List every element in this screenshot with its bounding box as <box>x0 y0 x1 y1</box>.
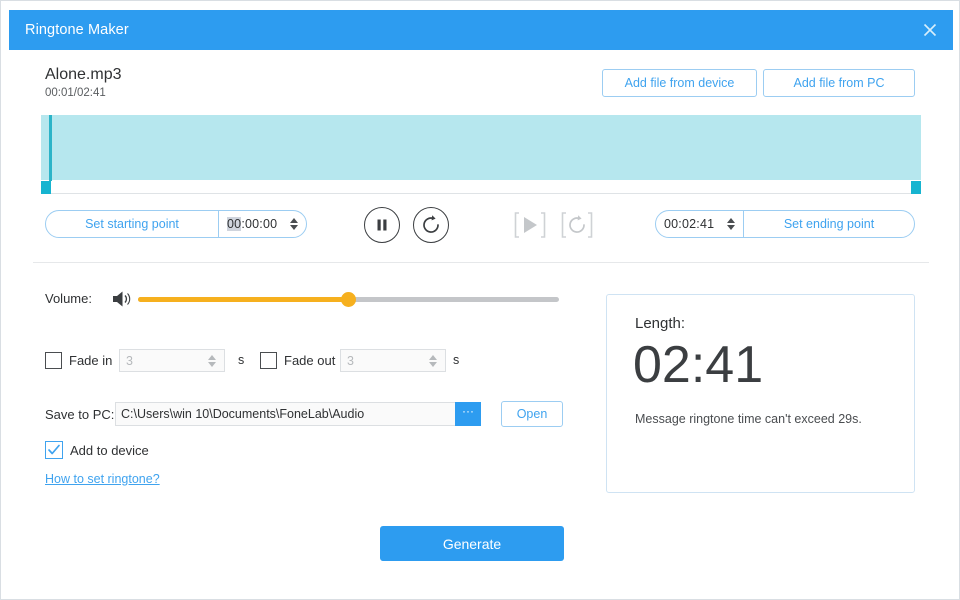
playhead-marker[interactable] <box>49 115 52 181</box>
replay-icon <box>423 215 439 233</box>
browse-folder-button[interactable]: ··· <box>455 402 481 426</box>
length-note: Message ringtone time can't exceed 29s. <box>635 412 862 426</box>
transport-controls: Set starting point 00:00:00 00:02:41 Set… <box>1 207 959 247</box>
start-time-stepper[interactable] <box>290 218 298 230</box>
play-icon <box>514 212 546 238</box>
replay-button[interactable] <box>413 207 449 243</box>
waveform-area[interactable] <box>41 115 921 197</box>
generate-button[interactable]: Generate <box>380 526 564 561</box>
start-point-control: Set starting point 00:00:00 <box>45 210 307 238</box>
volume-slider[interactable] <box>138 292 559 307</box>
file-time: 00:01/02:41 <box>45 87 106 99</box>
set-starting-point-button[interactable]: Set starting point <box>46 211 218 237</box>
fade-out-seconds-field[interactable]: 3 <box>340 349 446 372</box>
chevron-down-icon[interactable] <box>727 225 735 230</box>
chevron-up-icon[interactable] <box>429 354 437 360</box>
repeat-button-disabled <box>559 207 595 243</box>
fade-in-stepper[interactable] <box>208 354 216 367</box>
how-to-set-ringtone-link[interactable]: How to set ringtone? <box>45 472 160 486</box>
pause-button[interactable] <box>364 207 400 243</box>
window-title: Ringtone Maker <box>25 22 129 38</box>
fade-in-label: Fade in <box>69 353 113 368</box>
volume-slider-thumb[interactable] <box>341 292 356 307</box>
add-to-device-checkbox[interactable] <box>45 441 63 459</box>
add-to-device-label: Add to device <box>70 443 149 458</box>
waveform-baseline <box>41 193 921 194</box>
chevron-up-icon[interactable] <box>727 218 735 223</box>
save-path-input[interactable]: C:\Users\win 10\Documents\FoneLab\Audio <box>115 402 481 426</box>
open-folder-button[interactable]: Open <box>501 401 563 427</box>
fade-out-checkbox[interactable] <box>260 352 277 369</box>
pause-icon <box>377 219 387 231</box>
file-header: Alone.mp3 00:01/02:41 Add file from devi… <box>1 50 959 112</box>
fade-in-unit: s <box>238 353 245 367</box>
add-file-from-pc-button[interactable]: Add file from PC <box>763 69 915 97</box>
selection-handle-left[interactable] <box>41 181 51 194</box>
close-icon <box>923 23 937 37</box>
save-path-value: C:\Users\win 10\Documents\FoneLab\Audio <box>121 407 365 421</box>
end-time-field[interactable]: 00:02:41 <box>656 211 744 237</box>
file-name: Alone.mp3 <box>45 66 122 83</box>
end-time-value[interactable]: 00:02:41 <box>664 217 714 231</box>
chevron-down-icon[interactable] <box>429 361 437 367</box>
volume-row: Volume: <box>1 287 601 313</box>
play-button-disabled <box>512 207 548 243</box>
chevron-up-icon[interactable] <box>290 218 298 223</box>
add-file-from-device-button[interactable]: Add file from device <box>602 69 757 97</box>
length-title: Length: <box>635 315 686 332</box>
repeat-icon <box>561 212 593 238</box>
length-value: 02:41 <box>633 336 764 394</box>
chevron-down-icon[interactable] <box>208 361 216 367</box>
chevron-down-icon[interactable] <box>290 225 298 230</box>
end-point-control: 00:02:41 Set ending point <box>655 210 915 238</box>
selection-handle-right[interactable] <box>911 181 921 194</box>
volume-label: Volume: <box>45 291 92 306</box>
set-ending-point-button[interactable]: Set ending point <box>744 211 914 237</box>
section-divider <box>33 262 929 263</box>
title-bar: Ringtone Maker <box>9 10 953 50</box>
length-panel: Length: 02:41 Message ringtone time can'… <box>606 294 915 493</box>
start-time-value[interactable]: 00:00:00 <box>227 217 277 231</box>
check-icon <box>48 444 60 455</box>
start-time-remainder[interactable]: :00:00 <box>241 217 277 231</box>
fade-in-seconds-value: 3 <box>126 353 133 368</box>
fade-out-label: Fade out <box>284 353 336 368</box>
fade-out-stepper[interactable] <box>429 354 437 367</box>
close-button[interactable] <box>907 10 953 50</box>
start-time-selected-segment[interactable]: 00 <box>227 217 242 231</box>
save-to-pc-label: Save to PC: <box>45 407 115 422</box>
waveform-selection-region[interactable] <box>41 115 921 180</box>
fade-out-seconds-value: 3 <box>347 353 354 368</box>
fade-in-seconds-field[interactable]: 3 <box>119 349 225 372</box>
end-time-stepper[interactable] <box>727 218 735 230</box>
fade-in-checkbox[interactable] <box>45 352 62 369</box>
speaker-icon <box>113 291 131 307</box>
chevron-up-icon[interactable] <box>208 354 216 360</box>
fade-out-unit: s <box>453 353 460 367</box>
start-time-field[interactable]: 00:00:00 <box>218 211 306 237</box>
save-row: Save to PC: C:\Users\win 10\Documents\Fo… <box>1 401 601 428</box>
volume-slider-fill <box>138 297 349 302</box>
fade-row: Fade in 3 s Fade out 3 s <box>1 349 601 375</box>
speaker-icon-wrap[interactable] <box>110 287 134 316</box>
ringtone-maker-window: Ringtone Maker Alone.mp3 00:01/02:41 Add… <box>0 0 960 600</box>
